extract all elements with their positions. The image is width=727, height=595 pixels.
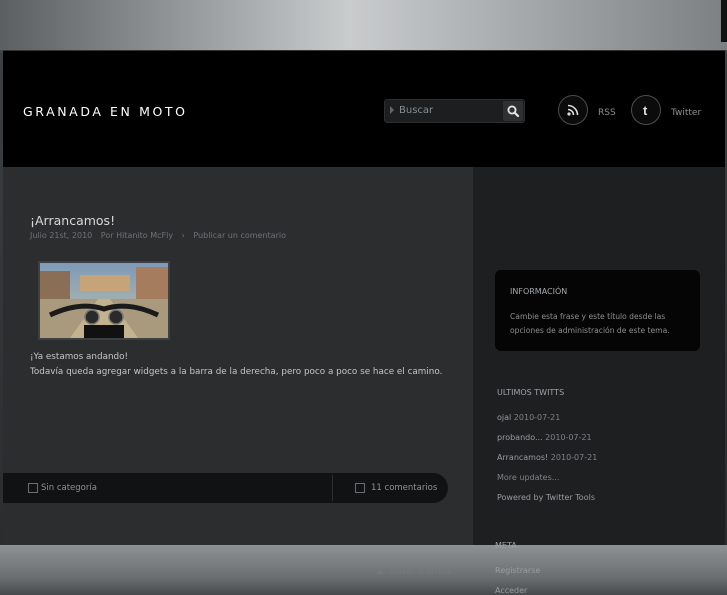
tweets-heading: ULTIMOS TWITTS — [497, 388, 565, 397]
svg-text:t: t — [643, 103, 648, 118]
powered-by: Powered by Twitter Tools — [497, 493, 595, 502]
tweet-item: Arrancamos! 2010-07-21 — [497, 453, 597, 462]
post-body-line: ¡Ya estamos andando! — [30, 352, 129, 362]
search-input[interactable] — [399, 102, 494, 119]
comment-link[interactable]: Publicar un comentario — [193, 231, 286, 240]
login-link[interactable]: Acceder — [495, 586, 527, 595]
meta-arrow-icon: › — [181, 231, 185, 240]
footer-divider — [332, 475, 333, 501]
tweet-date[interactable]: 2010-07-21 — [551, 453, 598, 462]
post-meta: Julio 21st, 2010 Por Hitanito McFly › Pu… — [30, 231, 292, 240]
page-wrapper: GRANADA EN MOTO RSS t Twitte — [3, 50, 725, 595]
register-link[interactable]: Registrarse — [495, 566, 540, 575]
post-thumbnail[interactable] — [38, 261, 170, 340]
motorcycle-photo — [40, 263, 168, 338]
post-title[interactable]: ¡Arrancamos! — [30, 213, 115, 228]
comment-icon — [355, 483, 365, 493]
twitter-button[interactable]: t — [631, 95, 661, 125]
tweet-text: Arrancamos! — [497, 453, 549, 462]
sidebar: INFORMACIÓN Cambie esta frase y este tít… — [473, 167, 725, 595]
search-button[interactable] — [503, 101, 523, 121]
tweet-text: ojal — [497, 413, 512, 422]
back-to-top-link[interactable]: Volver a arriba — [389, 567, 451, 577]
info-text: Cambie esta frase y este título desde la… — [510, 312, 670, 335]
tweet-item: probando... 2010-07-21 — [497, 433, 592, 442]
scrollbar[interactable] — [721, 0, 727, 42]
site-header: GRANADA EN MOTO RSS t Twitte — [3, 50, 725, 167]
site-title[interactable]: GRANADA EN MOTO — [23, 104, 188, 119]
rss-button[interactable] — [558, 95, 588, 125]
post-body: ¡Ya estamos andando! Todavía queda agreg… — [30, 350, 442, 380]
search-box — [384, 99, 525, 123]
tweet-item: ojal 2010-07-21 — [497, 413, 560, 422]
category-icon — [28, 483, 38, 493]
more-updates-link[interactable]: More updates... — [497, 473, 559, 482]
rss-link[interactable]: RSS — [598, 108, 616, 118]
twitter-tools-link[interactable]: Twitter Tools — [546, 493, 595, 502]
post-date: Julio 21st, 2010 — [30, 231, 93, 240]
powered-by-label: Powered by — [497, 493, 544, 502]
twitter-link[interactable]: Twitter — [671, 108, 701, 118]
page-background-band — [0, 0, 727, 50]
tweet-text: probando... — [497, 433, 543, 442]
tweet-date[interactable]: 2010-07-21 — [514, 413, 561, 422]
comments-link[interactable]: 11 comentarios — [371, 483, 437, 493]
tweet-date[interactable]: 2010-07-21 — [545, 433, 592, 442]
arrow-up-icon — [377, 570, 383, 574]
rss-icon — [567, 104, 579, 116]
info-title: INFORMACIÓN — [510, 287, 568, 296]
post-body-line: Todavía queda agregar widgets a la barra… — [30, 367, 443, 377]
search-arrow-icon — [390, 106, 394, 114]
meta-heading: META — [495, 541, 517, 550]
search-icon — [507, 105, 520, 118]
category-link[interactable]: Sin categoría — [41, 483, 97, 493]
info-widget: INFORMACIÓN Cambie esta frase y este tít… — [495, 270, 700, 351]
post-author[interactable]: Por Hitanito McFly — [101, 231, 173, 240]
twitter-icon: t — [643, 103, 648, 118]
main-content: ¡Arrancamos! Julio 21st, 2010 Por Hitani… — [3, 167, 473, 577]
post-footer: Sin categoría 11 comentarios — [3, 473, 448, 503]
